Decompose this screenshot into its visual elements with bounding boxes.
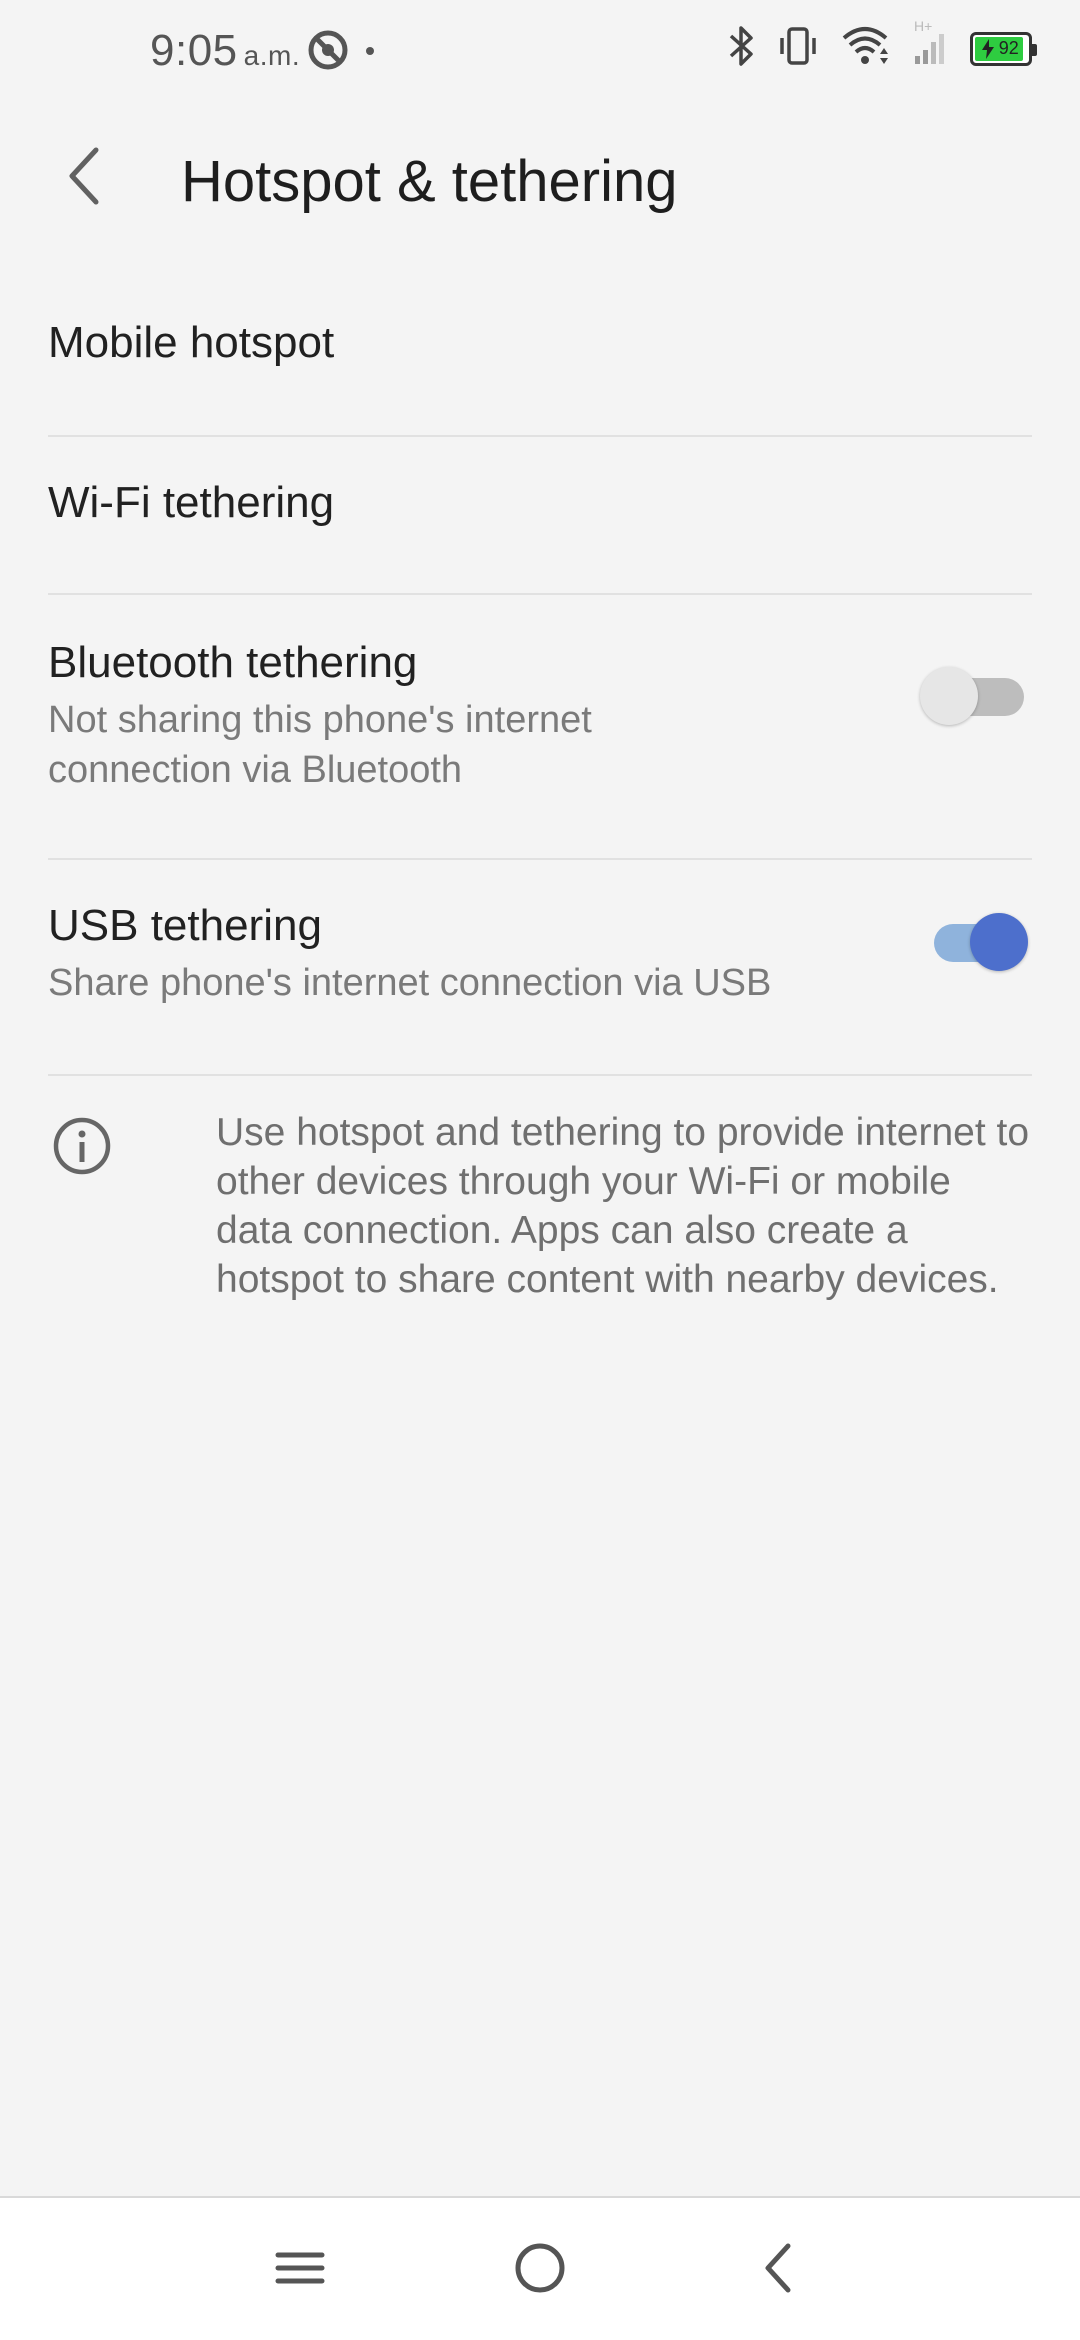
back-icon bbox=[760, 2241, 796, 2300]
settings-list: Mobile hotspot Wi-Fi tethering Bluetooth… bbox=[48, 280, 1032, 1076]
battery-fill: 92 bbox=[975, 36, 1023, 61]
usb-tethering-summary: Share phone's internet connection via US… bbox=[48, 962, 772, 1004]
usb-toggle-thumb bbox=[970, 913, 1028, 971]
wifi-tethering-item[interactable]: Wi-Fi tethering bbox=[48, 437, 1032, 595]
cell-signal-icon: H+ bbox=[912, 18, 948, 73]
info-text: Use hotspot and tethering to provide int… bbox=[216, 1111, 1030, 1301]
usb-tethering-title: USB tethering bbox=[48, 901, 322, 950]
bluetooth-icon bbox=[726, 24, 756, 73]
navigation-bar bbox=[0, 2196, 1080, 2340]
info-icon bbox=[52, 1116, 112, 1176]
wifi-tethering-title: Wi-Fi tethering bbox=[48, 478, 335, 527]
bluetooth-tethering-text: Bluetooth tethering Not sharing this pho… bbox=[48, 637, 728, 795]
page-title: Hotspot & tethering bbox=[181, 149, 678, 214]
vibrate-icon bbox=[778, 24, 818, 73]
do-not-disturb-icon bbox=[306, 28, 350, 77]
recents-button[interactable] bbox=[264, 2234, 336, 2306]
mobile-hotspot-title: Mobile hotspot bbox=[48, 318, 335, 367]
usb-tethering-item[interactable]: USB tethering Share phone's internet con… bbox=[48, 860, 1032, 1076]
nav-back-button[interactable] bbox=[742, 2234, 814, 2306]
battery-charging-icon: 92 bbox=[970, 31, 1037, 66]
usb-tethering-text: USB tethering Share phone's internet con… bbox=[48, 900, 888, 1008]
battery-level: 92 bbox=[998, 38, 1019, 58]
app-bar: Hotspot & tethering bbox=[0, 110, 1080, 260]
bluetooth-tethering-title: Bluetooth tethering bbox=[48, 638, 418, 687]
wifi-icon bbox=[840, 24, 890, 73]
home-icon bbox=[513, 2241, 567, 2300]
bluetooth-tethering-item[interactable]: Bluetooth tethering Not sharing this pho… bbox=[48, 595, 1032, 860]
status-left-icons bbox=[306, 28, 376, 77]
bluetooth-toggle-thumb bbox=[920, 667, 978, 725]
recents-icon bbox=[275, 2248, 325, 2293]
bluetooth-tethering-summary: Not sharing this phone's internet connec… bbox=[48, 699, 592, 791]
network-type-label: H+ bbox=[914, 18, 933, 34]
bluetooth-tethering-toggle[interactable] bbox=[920, 652, 1032, 732]
home-button[interactable] bbox=[504, 2234, 576, 2306]
status-time: 9:05 a.m. bbox=[150, 26, 300, 76]
back-button[interactable] bbox=[48, 142, 120, 214]
status-time-value: 9:05 bbox=[150, 26, 238, 75]
usb-tethering-toggle[interactable] bbox=[920, 898, 1032, 978]
notification-dot-icon bbox=[364, 44, 376, 62]
status-time-ampm: a.m. bbox=[243, 40, 301, 71]
back-arrow-icon bbox=[64, 144, 104, 213]
battery: 92 bbox=[970, 31, 1037, 66]
status-right-icons: H+ 92 bbox=[726, 18, 1037, 73]
mobile-hotspot-item[interactable]: Mobile hotspot bbox=[48, 280, 1032, 437]
status-bar: 9:05 a.m. H+ 92 bbox=[0, 0, 1080, 100]
